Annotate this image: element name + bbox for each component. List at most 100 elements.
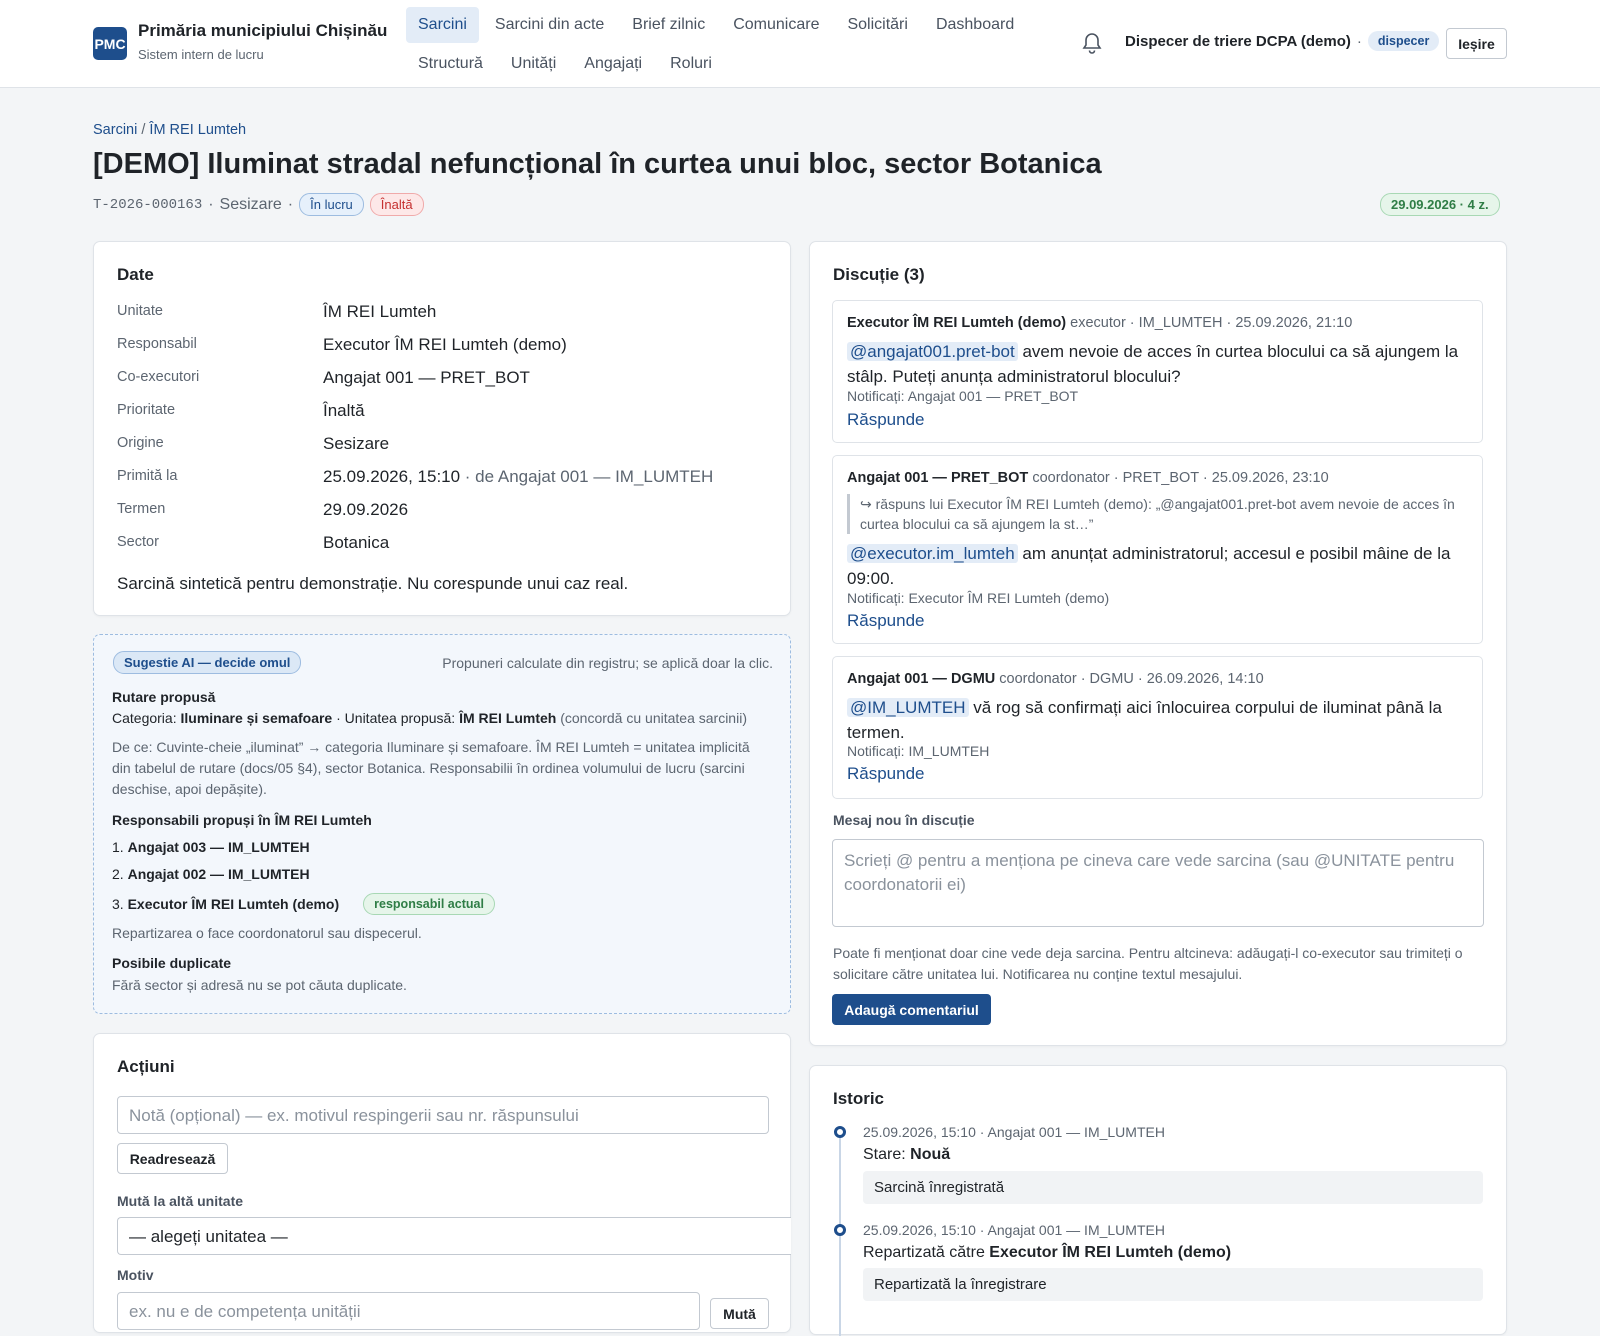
- readdress-button[interactable]: Readresează: [117, 1143, 228, 1174]
- comment-textarea[interactable]: Scrieți @ pentru a menționa pe cineva ca…: [832, 839, 1484, 927]
- task-origin: Sesizare: [219, 195, 282, 213]
- detail-value: 29.09.2026: [323, 500, 409, 519]
- breadcrumb-root[interactable]: Sarcini: [93, 122, 137, 138]
- new-message-label: Mesaj nou în discuție: [833, 812, 975, 828]
- nav-unitati[interactable]: Unități: [499, 46, 568, 82]
- comment-body: @executor.im_lumteh am anunțat administr…: [847, 541, 1468, 591]
- reply-button[interactable]: Răspunde: [847, 611, 925, 631]
- timeline-dot: [834, 1224, 846, 1236]
- reply-button[interactable]: Răspunde: [847, 410, 925, 430]
- brand: Primăria municipiului Chișinău Sistem in…: [138, 21, 387, 62]
- comment-notified: Notificați: Executor ÎM REI Lumteh (demo…: [847, 590, 1110, 606]
- actions-card: Acțiuni Notă (opțional) — ex. motivul re…: [93, 1033, 791, 1333]
- history-value: Nouă: [910, 1146, 951, 1163]
- detail-key: Unitate: [117, 303, 163, 319]
- separator: ·: [1356, 32, 1362, 50]
- detail-row: Co-executori Angajat 001 — PRET_BOT: [117, 368, 713, 401]
- ai-explanation: De ce: Cuvinte-cheie „iluminat” → catego…: [112, 739, 750, 797]
- comment: Angajat 001 — DGMU coordonator · DGMU · …: [832, 656, 1483, 799]
- unit-link[interactable]: ÎM REI Lumteh: [323, 302, 436, 322]
- user-info: Dispecer de triere DCPA (demo) · dispece…: [1125, 31, 1440, 51]
- comment-meta: coordonator · PRET_BOT · 25.09.2026, 23:…: [1028, 470, 1329, 486]
- resp-name: Executor ÎM REI Lumteh (demo): [127, 896, 340, 912]
- top-header: PMC Primăria municipiului Chișinău Siste…: [0, 0, 1600, 88]
- add-comment-button[interactable]: Adaugă comentariul: [832, 994, 991, 1025]
- actions-heading: Acțiuni: [117, 1057, 175, 1076]
- separator: ·: [208, 195, 214, 213]
- move-button[interactable]: Mută: [710, 1298, 769, 1329]
- unit-select[interactable]: — alegeți unitatea —: [117, 1217, 791, 1255]
- resp-number: 2.: [112, 866, 124, 882]
- logout-button[interactable]: Ieșire: [1446, 28, 1507, 59]
- mention[interactable]: @angajat001.pret-bot: [847, 342, 1018, 361]
- mention-hint: Poate fi menționat doar cine vede deja s…: [833, 945, 1463, 982]
- comment-notified: Notificați: IM_LUMTEH: [847, 743, 990, 759]
- resp-number: 3.: [112, 896, 124, 912]
- history-action: Repartizată către Executor ÎM REI Lumteh…: [863, 1244, 1231, 1262]
- received-by: · de Angajat 001 — IM_LUMTEH: [460, 467, 714, 486]
- note-input[interactable]: Notă (opțional) — ex. motivul respingeri…: [117, 1096, 769, 1134]
- breadcrumb: Sarcini / ÎM REI Lumteh: [93, 122, 246, 138]
- priority-badge: Înaltă: [369, 193, 424, 216]
- resp-number: 1.: [112, 839, 124, 855]
- detail-key: Prioritate: [117, 402, 176, 418]
- detail-key: Termen: [117, 501, 166, 517]
- nav-solicitari[interactable]: Solicitări: [835, 7, 919, 43]
- comment-author: Angajat 001 — DGMU: [847, 671, 996, 687]
- resp-item: 2. Angajat 002 — IM_LUMTEH: [112, 866, 310, 882]
- dup-title: Posibile duplicate: [112, 955, 232, 971]
- history-meta: 25.09.2026, 15:10 · Angajat 001 — IM_LUM…: [863, 1124, 1165, 1140]
- routing-title: Rutare propusă: [112, 689, 216, 705]
- resp-item: 3. Executor ÎM REI Lumteh (demo) responsa…: [112, 893, 495, 915]
- ai-suggestion-panel: Sugestie AI — decide omul Propuneri calc…: [93, 634, 791, 1014]
- task-id: T-2026-000163: [93, 196, 203, 213]
- ai-label: Sugestie AI — decide omul: [113, 651, 302, 674]
- unit-label: · Unitatea propusă:: [332, 710, 460, 726]
- comment-body: @IM_LUMTEH vă rog să confirmați aici înl…: [847, 695, 1468, 745]
- ai-note: Propuneri calculate din registru; se apl…: [442, 655, 773, 671]
- detail-row: Prioritate Înaltă: [117, 401, 713, 434]
- page-title: [DEMO] Iluminat stradal nefuncțional în …: [93, 148, 1102, 180]
- details-list: Unitate ÎM REI Lumteh Responsabil Executor…: [117, 302, 713, 566]
- breadcrumb-current[interactable]: ÎM REI Lumteh: [149, 122, 246, 138]
- detail-value: Executor ÎM REI Lumteh (demo): [323, 335, 567, 354]
- history-note: Sarcină înregistrată: [863, 1171, 1483, 1204]
- discussion-card: Discuție (3) Executor ÎM REI Lumteh (dem…: [809, 241, 1507, 1046]
- mention[interactable]: @executor.im_lumteh: [847, 544, 1018, 563]
- nav-roluri[interactable]: Roluri: [658, 46, 724, 82]
- nav-structura[interactable]: Structură: [406, 46, 495, 82]
- detail-value: Sesizare: [323, 434, 390, 453]
- nav-comunicare[interactable]: Comunicare: [721, 7, 831, 43]
- bell-icon[interactable]: [1082, 32, 1102, 54]
- category-value: Iluminare și semafoare: [180, 710, 333, 726]
- nav-brief-zilnic[interactable]: Brief zilnic: [620, 7, 717, 43]
- reason-label: Motiv: [117, 1267, 154, 1283]
- resp-item: 1. Angajat 003 — IM_LUMTEH: [112, 839, 310, 855]
- current-resp-badge: responsabil actual: [363, 893, 495, 915]
- logo: PMC: [93, 27, 127, 60]
- nav-sarcini-din-acte[interactable]: Sarcini din acte: [483, 7, 616, 43]
- detail-row: Termen 29.09.2026: [117, 500, 713, 533]
- mention[interactable]: @IM_LUMTEH: [847, 698, 969, 717]
- due-badge: 29.09.2026 · 4 z.: [1380, 193, 1500, 216]
- role-badge: dispecer: [1367, 31, 1440, 51]
- breadcrumb-sep: /: [137, 122, 150, 138]
- reason-input[interactable]: ex. nu e de competența unității: [117, 1292, 700, 1330]
- nav-dashboard[interactable]: Dashboard: [924, 7, 1026, 43]
- category-label: Categoria:: [112, 710, 181, 726]
- main-nav-row1: Sarcini Sarcini din acte Brief zilnic Co…: [406, 7, 1026, 43]
- detail-key: Primită la: [117, 468, 178, 484]
- history-prefix: Stare:: [863, 1146, 911, 1163]
- timeline-dot: [834, 1126, 846, 1138]
- reply-button[interactable]: Răspunde: [847, 764, 925, 784]
- nav-sarcini[interactable]: Sarcini: [406, 7, 479, 43]
- detail-key: Co-executori: [117, 369, 200, 385]
- nav-angajati[interactable]: Angajați: [572, 46, 654, 82]
- status-badge: În lucru: [299, 193, 364, 216]
- resp-name: Angajat 002 — IM_LUMTEH: [127, 866, 310, 882]
- comment-header: Angajat 001 — DGMU coordonator · DGMU · …: [847, 671, 1264, 687]
- timeline-line: [839, 1136, 841, 1336]
- detail-key: Origine: [117, 435, 164, 451]
- discussion-heading: Discuție (3): [833, 265, 925, 284]
- resp-name: Angajat 003 — IM_LUMTEH: [127, 839, 310, 855]
